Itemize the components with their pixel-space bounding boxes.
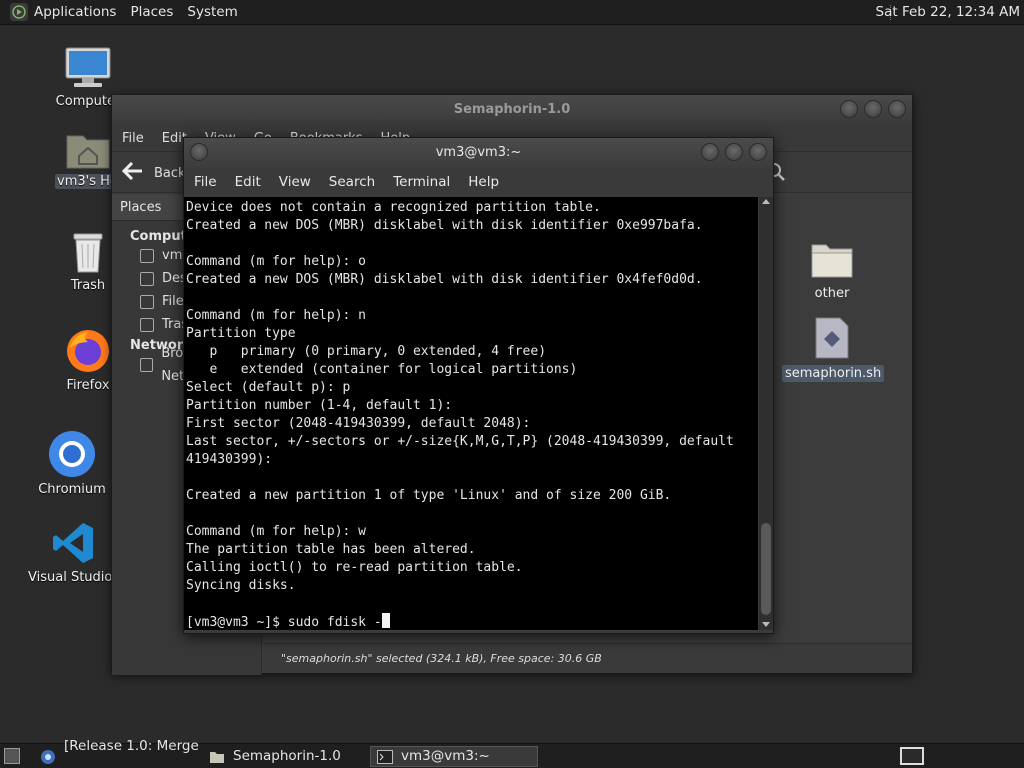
back-arrow-icon xyxy=(121,161,144,184)
bottom-panel: [Release 1.0: Merge ... Semaphorin-1.0 v… xyxy=(0,738,1024,768)
terminal-titlebar[interactable]: vm3@vm3:~ xyxy=(184,138,773,168)
terminal-line: Device does not contain a recognized par… xyxy=(186,200,601,215)
folder-icon xyxy=(810,239,854,279)
scroll-down-arrow-icon[interactable] xyxy=(762,622,770,627)
scrollbar-thumb[interactable] xyxy=(761,523,771,615)
show-desktop-icon[interactable] xyxy=(4,748,20,764)
back-button[interactable]: Back xyxy=(121,161,186,184)
file-manager-titlebar[interactable]: Semaphorin-1.0 xyxy=(112,95,912,125)
desktop-icon xyxy=(140,271,154,286)
terminal-line: Syncing disks. xyxy=(186,578,296,593)
browser-icon xyxy=(40,749,56,765)
places-menu[interactable]: Places xyxy=(130,4,173,20)
menu-view[interactable]: View xyxy=(279,174,311,190)
terminal-scrollbar[interactable] xyxy=(759,197,773,630)
terminal-line: Partition type xyxy=(186,326,296,341)
terminal-line: Last sector, +/-sectors or +/-size{K,M,G… xyxy=(186,434,734,449)
terminal-icon xyxy=(377,749,393,764)
terminal-line: 419430399): xyxy=(186,452,273,467)
folder-icon xyxy=(209,750,225,764)
menu-file[interactable]: File xyxy=(194,174,217,190)
menu-search[interactable]: Search xyxy=(329,174,375,190)
home-folder-icon xyxy=(64,130,112,170)
trash-icon xyxy=(68,230,108,274)
terminal-line: Calling ioctl() to re-read partition tab… xyxy=(186,560,523,575)
terminal-line: The partition table has been altered. xyxy=(186,542,476,557)
trash-icon xyxy=(140,317,154,332)
drive-icon xyxy=(140,294,154,309)
minimize-button[interactable] xyxy=(701,143,719,161)
top-panel: Applications Places System Sat Feb 22, 1… xyxy=(0,0,1024,25)
close-button[interactable] xyxy=(749,143,767,161)
file-manager-title: Semaphorin-1.0 xyxy=(453,102,571,117)
minimize-button[interactable] xyxy=(840,100,858,118)
workspace-switcher[interactable] xyxy=(900,747,924,765)
text-cursor xyxy=(381,613,390,628)
applications-menu[interactable]: Applications xyxy=(34,4,116,20)
terminal-line: Command (m for help): o xyxy=(186,254,367,269)
chromium-icon xyxy=(48,430,96,478)
status-bar: "semaphorin.sh" selected (324.1 kB), Fre… xyxy=(263,643,912,673)
maximize-button[interactable] xyxy=(725,143,743,161)
menu-terminal[interactable]: Terminal xyxy=(393,174,450,190)
scroll-up-arrow-icon[interactable] xyxy=(762,199,770,204)
terminal-line: Created a new DOS (MBR) disklabel with d… xyxy=(186,218,703,233)
menu-file[interactable]: File xyxy=(122,131,144,146)
maximize-button[interactable] xyxy=(864,100,882,118)
terminal-line: e extended (container for logical partit… xyxy=(186,362,578,377)
terminal-line: Created a new partition 1 of type 'Linux… xyxy=(186,488,672,503)
desktop-icon-vscode[interactable]: Visual Studio Code xyxy=(24,520,124,589)
script-file-icon xyxy=(814,317,850,359)
clock[interactable]: Sat Feb 22, 12:34 AM xyxy=(876,0,1020,25)
home-icon xyxy=(140,248,154,263)
terminal-line: Created a new DOS (MBR) disklabel with d… xyxy=(186,272,703,287)
terminal-line: First sector (2048-419430399, default 20… xyxy=(186,416,531,431)
terminal-title: vm3@vm3:~ xyxy=(435,145,522,160)
terminal-line: Select (default p): p xyxy=(186,380,351,395)
network-icon xyxy=(140,357,154,372)
file-item-semaphorin-sh[interactable]: semaphorin.sh xyxy=(782,317,885,382)
terminal-prompt-line[interactable]: [vm3@vm3 ~]$ sudo fdisk - xyxy=(186,613,758,630)
taskbar-item-terminal[interactable]: vm3@vm3:~ xyxy=(370,746,538,767)
close-button[interactable] xyxy=(888,100,906,118)
terminal-line: Command (m for help): w xyxy=(186,524,367,539)
firefox-icon xyxy=(64,326,112,374)
terminal-line: Partition number (1-4, default 1): xyxy=(186,398,453,413)
terminal-screen[interactable]: Device does not contain a recognized par… xyxy=(184,197,758,630)
terminal-menubar: File Edit View Search Terminal Help xyxy=(184,168,773,196)
menu-help[interactable]: Help xyxy=(468,174,499,190)
terminal-line: Command (m for help): n xyxy=(186,308,367,323)
taskbar-item-browser[interactable]: [Release 1.0: Merge ... xyxy=(34,738,200,768)
system-menu[interactable]: System xyxy=(187,4,237,20)
applications-logo-icon[interactable] xyxy=(10,3,28,21)
menu-edit[interactable]: Edit xyxy=(235,174,261,190)
file-item-other[interactable]: other xyxy=(782,239,882,302)
terminal-line: p primary (0 primary, 0 extended, 4 free… xyxy=(186,344,547,359)
terminal-window[interactable]: vm3@vm3:~ File Edit View Search Terminal… xyxy=(183,137,774,634)
computer-icon xyxy=(64,46,112,90)
vscode-icon xyxy=(51,520,97,566)
taskbar-item-file-manager[interactable]: Semaphorin-1.0 xyxy=(203,746,367,767)
terminal-prompt: [vm3@vm3 ~]$ sudo fdisk - xyxy=(186,615,382,630)
desktop-icon-chromium[interactable]: Chromium xyxy=(22,430,122,497)
